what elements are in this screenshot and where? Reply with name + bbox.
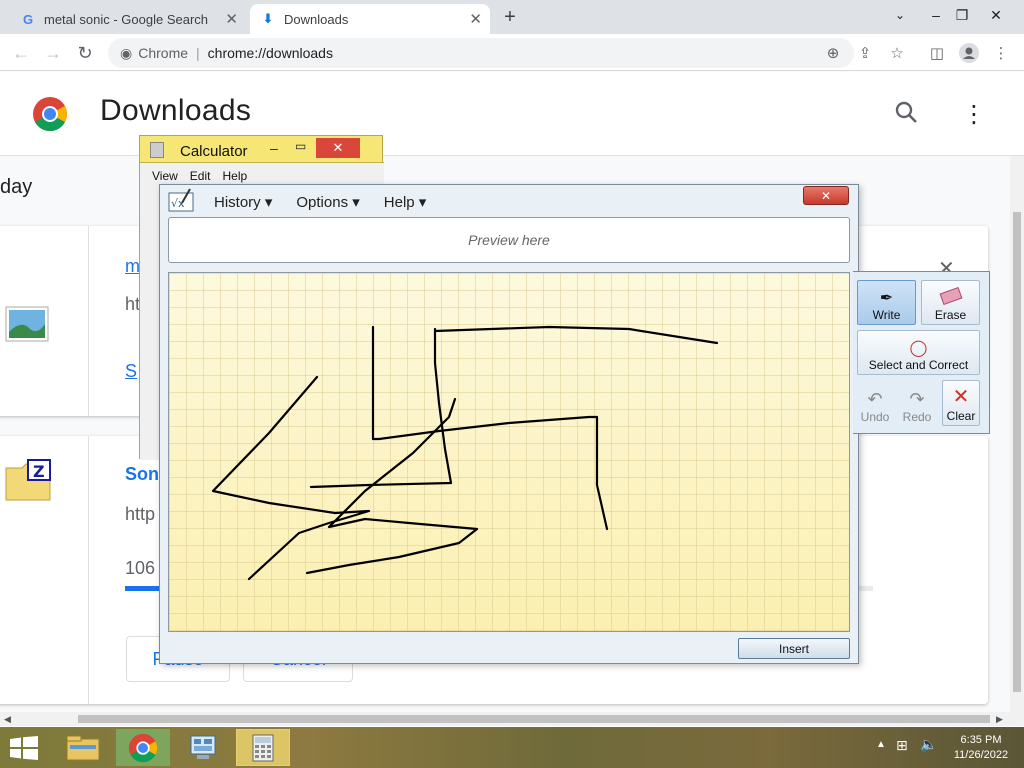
calculator-icon[interactable]: [236, 729, 290, 766]
erase-button[interactable]: Erase: [921, 280, 980, 325]
volume-icon[interactable]: 🔈: [920, 736, 937, 753]
side-panel-icon[interactable]: ◫: [924, 40, 950, 66]
calculator-app-icon: [150, 142, 164, 158]
handwriting-strokes: [211, 325, 719, 581]
download-status: 106: [125, 558, 156, 578]
taskbar: ▲ ⊞ 🔈 6:35 PM 11/26/2022: [0, 727, 1024, 768]
undo-button[interactable]: ↶ Undo: [857, 380, 893, 426]
scroll-left-icon[interactable]: ◀: [4, 714, 11, 725]
svg-text:√x: √x: [171, 197, 185, 210]
preview-area: Preview here: [168, 217, 850, 263]
download-icon: ⬇: [262, 11, 274, 26]
close-tab-icon[interactable]: ✕: [225, 10, 238, 28]
start-button[interactable]: [10, 736, 38, 765]
site-label: Chrome: [138, 45, 189, 61]
card-divider: [88, 226, 89, 416]
new-tab-button[interactable]: +: [494, 4, 526, 30]
clock-date: 11/26/2022: [953, 749, 1009, 761]
more-options-icon[interactable]: ⋮: [962, 100, 986, 129]
card-divider: [88, 436, 89, 704]
menu-options[interactable]: Options ▾: [296, 193, 359, 211]
chrome-logo-icon: [32, 96, 68, 137]
redo-icon: ↷: [909, 389, 925, 409]
show-in-folder-link[interactable]: S: [125, 361, 137, 382]
close-window-button[interactable]: ✕: [980, 2, 1012, 28]
close-tab-icon[interactable]: ✕: [469, 10, 482, 28]
math-input-close-button[interactable]: ✕: [803, 186, 849, 205]
eraser-icon: [939, 286, 962, 306]
google-icon: G: [22, 11, 34, 27]
math-input-app-icon: √x: [168, 187, 198, 218]
undo-icon: ↶: [867, 389, 883, 409]
browser-toolbar: ← → ↻ ◉ Chrome | chrome://downloads ⊕ ⇪ …: [0, 34, 1024, 71]
chrome-icon[interactable]: [116, 729, 170, 766]
page-scrollbar[interactable]: [1010, 156, 1024, 726]
select-and-correct-button[interactable]: ◯ Select and Correct: [857, 330, 980, 375]
page-title: Downloads: [100, 94, 252, 127]
tab-google-search[interactable]: G metal sonic - Google Search ✕: [10, 4, 246, 34]
menu-help[interactable]: Help: [222, 169, 247, 183]
search-icon[interactable]: [894, 100, 918, 131]
math-input-menu: History ▾ Options ▾ Help ▾: [214, 193, 426, 211]
system-clock[interactable]: 6:35 PM 11/26/2022: [944, 733, 1018, 763]
menu-view[interactable]: View: [152, 169, 178, 183]
tab-downloads[interactable]: ⬇ Downloads ✕: [250, 4, 490, 34]
clear-button[interactable]: ✕ Clear: [942, 380, 980, 426]
tab-strip: G metal sonic - Google Search ✕ ⬇ Downlo…: [0, 0, 1024, 34]
scrollbar-thumb[interactable]: [1013, 212, 1021, 692]
svg-text:Z: Z: [33, 462, 45, 481]
file-name-link[interactable]: Son: [125, 464, 159, 485]
calc-minimize-button[interactable]: –: [270, 140, 278, 156]
tab-search-button[interactable]: ⌄: [884, 2, 916, 28]
menu-edit[interactable]: Edit: [190, 169, 211, 183]
share-icon[interactable]: ⇪: [852, 40, 878, 66]
zoom-icon[interactable]: ⊕: [820, 40, 846, 66]
calc-close-button[interactable]: ✕: [316, 138, 360, 158]
horizontal-scrollbar[interactable]: ◀ ▶: [0, 712, 1010, 726]
scrollbar-thumb[interactable]: [78, 715, 990, 723]
file-explorer-icon[interactable]: [56, 729, 110, 766]
menu-help[interactable]: Help ▾: [384, 193, 427, 211]
insert-button[interactable]: Insert: [738, 638, 850, 659]
clear-icon: ✕: [952, 386, 970, 408]
write-button[interactable]: ✒ Write: [857, 280, 916, 325]
network-icon[interactable]: ⊞: [896, 737, 908, 754]
menu-history[interactable]: History ▾: [214, 193, 272, 211]
reload-button[interactable]: ↻: [72, 40, 98, 66]
control-panel-icon[interactable]: [176, 729, 230, 766]
site-info-icon[interactable]: ◉: [120, 45, 132, 62]
scroll-right-icon[interactable]: ▶: [996, 714, 1003, 725]
menu-kebab-icon[interactable]: ⋮: [988, 40, 1014, 66]
profile-icon[interactable]: [956, 40, 982, 66]
redo-button[interactable]: ↷ Redo: [899, 380, 935, 426]
calculator-menu: View Edit Help: [152, 169, 247, 183]
show-hidden-icons-icon[interactable]: ▲: [876, 739, 886, 750]
back-button[interactable]: ←: [8, 40, 34, 66]
omnibox-separator: |: [196, 45, 200, 61]
calc-maximize-button[interactable]: ▭: [295, 139, 306, 153]
file-url: ht: [125, 294, 141, 314]
zip-file-icon: Z: [4, 458, 52, 507]
writing-area[interactable]: [168, 272, 850, 632]
clock-time: 6:35 PM: [960, 734, 1002, 746]
restore-button[interactable]: ❐: [946, 2, 978, 28]
file-url: http: [125, 504, 156, 524]
lasso-icon: ◯: [909, 340, 928, 357]
image-file-icon: [5, 306, 49, 347]
tab-label: metal sonic - Google Search: [44, 11, 209, 27]
url-text: chrome://downloads: [207, 45, 333, 61]
math-input-tools: ✒ Write Erase ◯ Select and Correct ↶ Und…: [853, 271, 990, 434]
file-name-link[interactable]: m: [125, 256, 140, 277]
calculator-title: Calculator: [180, 143, 248, 160]
date-header: day: [0, 176, 33, 198]
address-bar[interactable]: ◉ Chrome | chrome://downloads: [108, 38, 854, 68]
pen-icon: ✒: [879, 290, 894, 307]
tab-label: Downloads: [284, 11, 349, 27]
math-input-panel: √x History ▾ Options ▾ Help ▾ ✕ Preview …: [159, 184, 859, 664]
bookmark-star-icon[interactable]: ☆: [884, 40, 910, 66]
forward-button[interactable]: →: [40, 40, 66, 66]
